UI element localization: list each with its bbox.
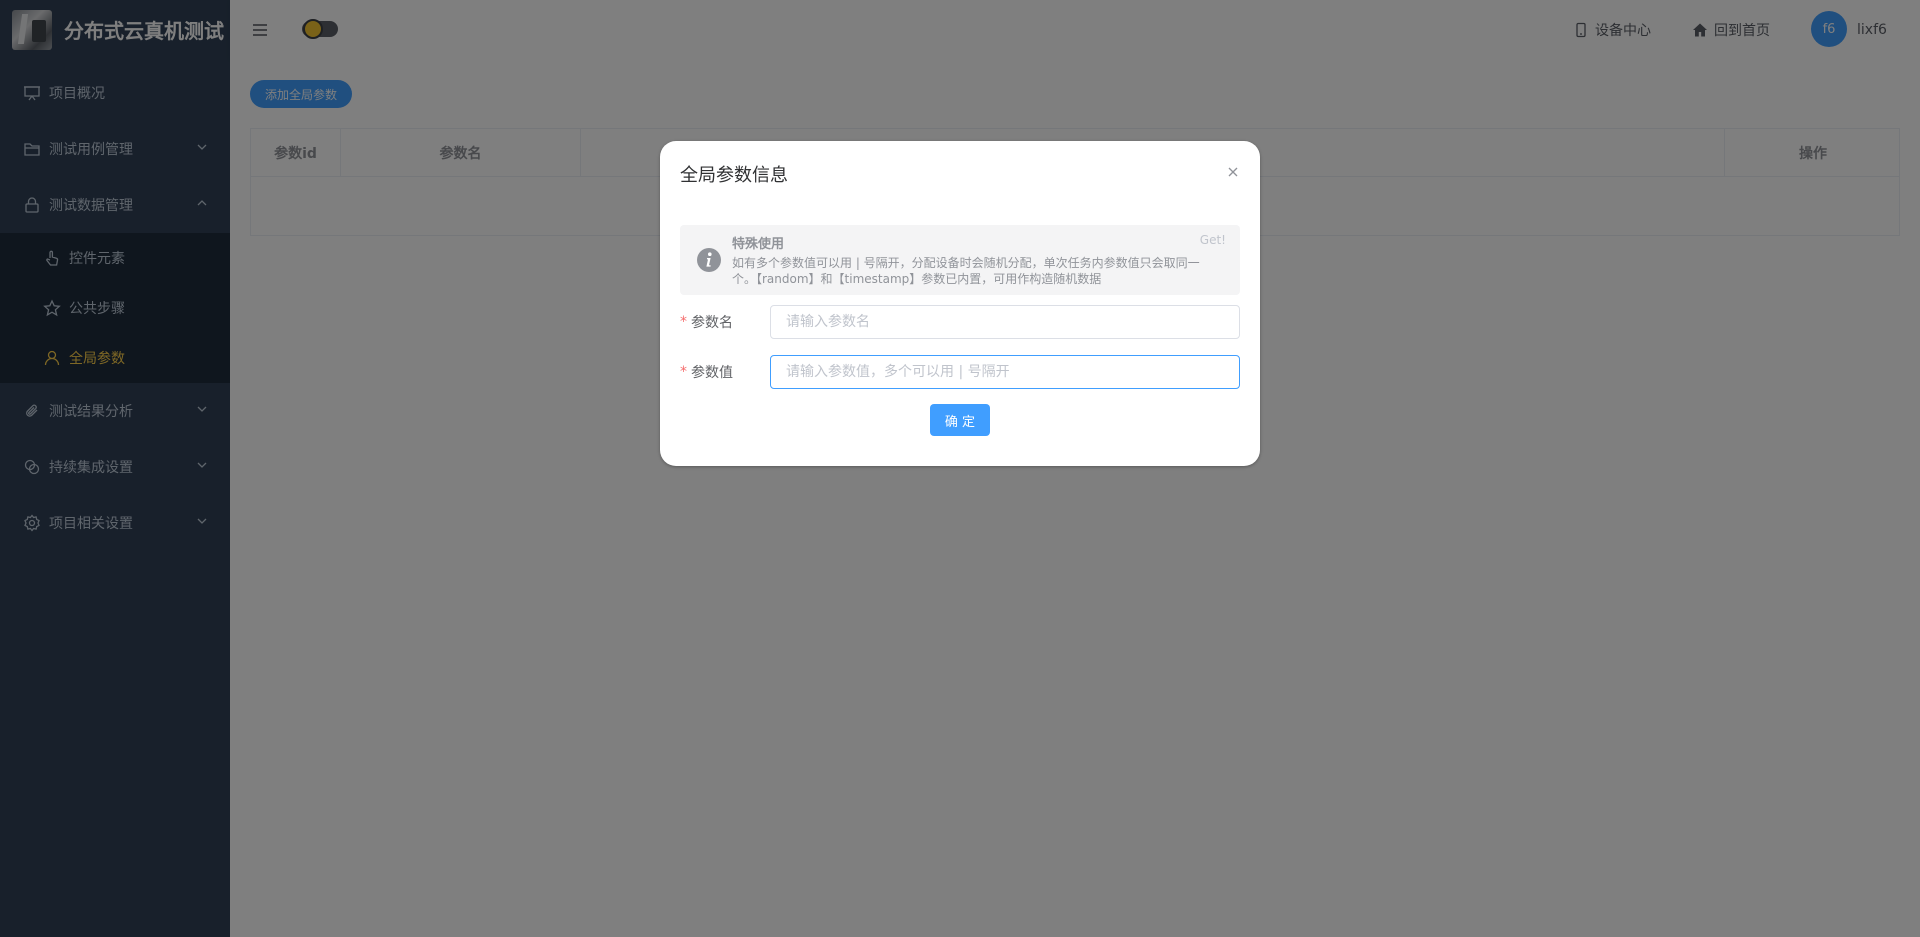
param-name-row: * 参数名 — [680, 305, 1240, 339]
required-asterisk: * — [680, 364, 687, 380]
param-value-input[interactable] — [770, 355, 1240, 389]
required-asterisk: * — [680, 314, 687, 330]
param-value-label: * 参数值 — [680, 355, 733, 389]
param-name-label: * 参数名 — [680, 305, 733, 339]
global-param-dialog: 全局参数信息 特殊使用 如有多个参数值可以用 | 号隔开，分配设备时会随机分配，… — [660, 141, 1260, 466]
param-name-input[interactable] — [770, 305, 1240, 339]
info-alert: 特殊使用 如有多个参数值可以用 | 号隔开，分配设备时会随机分配，单次任务内参数… — [680, 225, 1240, 295]
alert-description: 如有多个参数值可以用 | 号隔开，分配设备时会随机分配，单次任务内参数值只会取同… — [732, 256, 1200, 286]
param-value-label-text: 参数值 — [691, 365, 733, 381]
confirm-button[interactable]: 确 定 — [930, 404, 990, 436]
param-name-label-text: 参数名 — [691, 315, 733, 331]
info-icon — [696, 247, 722, 273]
close-icon[interactable] — [1226, 164, 1240, 178]
dialog-title: 全局参数信息 — [680, 165, 788, 186]
alert-close-text[interactable]: Get! — [1200, 233, 1226, 247]
alert-title: 特殊使用 — [732, 237, 785, 252]
param-value-row: * 参数值 — [680, 355, 1240, 389]
